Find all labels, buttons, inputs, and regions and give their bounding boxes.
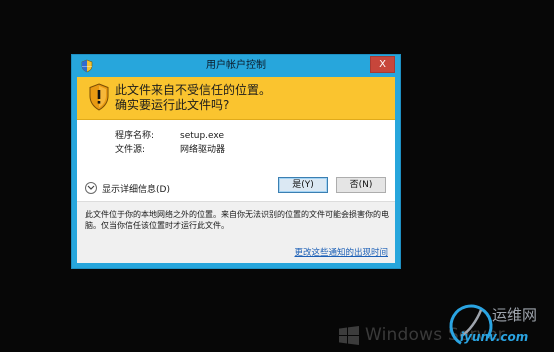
close-button[interactable]: X bbox=[370, 56, 395, 73]
titlebar: 用户帐户控制 X bbox=[72, 55, 400, 77]
file-source-row: 文件源: 网络驱动器 bbox=[115, 143, 225, 157]
show-details-toggle[interactable]: 显示详细信息(D) bbox=[85, 180, 170, 196]
file-source-value: 网络驱动器 bbox=[180, 145, 226, 155]
program-name-row: 程序名称: setup.exe bbox=[115, 129, 225, 143]
desktop: 用户帐户控制 X 此文件来自不受信任的位置。 确实要运行此文件吗? 程序名称: bbox=[0, 0, 554, 352]
warning-shield-icon bbox=[89, 83, 109, 111]
change-notification-link[interactable]: 更改这些通知的出现时间 bbox=[294, 246, 388, 258]
footer-description: 此文件位于你的本地网络之外的位置。来自你无法识别的位置的文件可能会损害你的电脑。… bbox=[85, 210, 389, 230]
program-name-label: 程序名称: bbox=[115, 131, 155, 141]
headline-line-2: 确实要运行此文件吗? bbox=[115, 98, 230, 112]
warning-banner: 此文件来自不受信任的位置。 确实要运行此文件吗? bbox=[77, 77, 395, 120]
watermark-title: 运维网 bbox=[492, 306, 538, 324]
file-info: 程序名称: setup.exe 文件源: 网络驱动器 bbox=[115, 129, 225, 157]
chevron-down-icon bbox=[85, 182, 97, 194]
show-details-label: 显示详细信息(D) bbox=[102, 184, 170, 195]
yes-button[interactable]: 是(Y) bbox=[278, 177, 328, 193]
no-button[interactable]: 否(N) bbox=[336, 177, 386, 193]
dialog-title: 用户帐户控制 bbox=[206, 60, 266, 71]
windows-logo-icon bbox=[339, 326, 359, 345]
file-source-label: 文件源: bbox=[115, 145, 146, 155]
uac-dialog: 用户帐户控制 X 此文件来自不受信任的位置。 确实要运行此文件吗? 程序名称: bbox=[71, 54, 401, 269]
site-watermark: 运维网 iyunv.com bbox=[447, 302, 551, 350]
watermark-url: iyunv.com bbox=[460, 330, 529, 344]
warning-headline: 此文件来自不受信任的位置。 确实要运行此文件吗? bbox=[115, 83, 271, 113]
dialog-footer: 此文件位于你的本地网络之外的位置。来自你无法识别的位置的文件可能会损害你的电脑。… bbox=[77, 202, 395, 263]
headline-line-1: 此文件来自不受信任的位置。 bbox=[115, 83, 272, 97]
dialog-content: 此文件来自不受信任的位置。 确实要运行此文件吗? 程序名称: setup.exe… bbox=[77, 77, 395, 263]
program-name-value: setup.exe bbox=[180, 131, 224, 141]
